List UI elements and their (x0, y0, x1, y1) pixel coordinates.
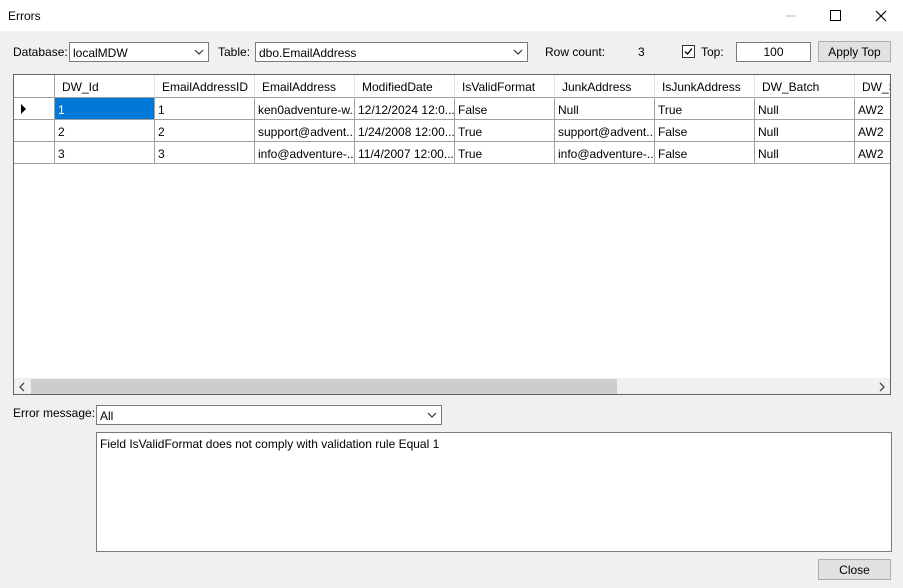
grid-cell[interactable]: False (655, 142, 755, 164)
table-row[interactable]: 3 3 info@adventure-... 11/4/2007 12:00... Tr… (14, 142, 890, 164)
column-header[interactable]: IsJunkAddress (655, 75, 755, 98)
grid-cell[interactable]: info@adventure-... (255, 142, 355, 164)
grid-cell[interactable]: Null (755, 142, 855, 164)
chevron-down-icon (194, 49, 204, 55)
error-filter-value: All (100, 409, 114, 423)
title-bar: Errors (0, 0, 903, 31)
minimize-button[interactable] (768, 0, 813, 31)
column-header[interactable]: DW_Id (55, 75, 155, 98)
grid-cell[interactable]: support@advent... (255, 120, 355, 142)
column-header[interactable]: EmailAddress (255, 75, 355, 98)
grid-cell[interactable]: True (455, 120, 555, 142)
column-header[interactable]: ModifiedDate (355, 75, 455, 98)
row-header[interactable] (14, 142, 55, 164)
column-header[interactable]: DW_Batch (755, 75, 855, 98)
grid-cell[interactable]: 12/12/2024 12:0... (355, 98, 455, 120)
grid-cell[interactable]: AW2 (855, 142, 890, 164)
data-grid[interactable]: DW_Id EmailAddressID EmailAddress ModifiedD… (13, 74, 891, 395)
database-value: localMDW (73, 46, 128, 60)
scrollbar-thumb[interactable] (31, 379, 617, 394)
row-header[interactable] (14, 120, 55, 142)
table-row[interactable]: 2 2 support@advent... 1/24/2008 12:00... Tru… (14, 120, 890, 142)
grid-cell[interactable]: 1/24/2008 12:00... (355, 120, 455, 142)
top-input[interactable] (736, 42, 811, 62)
chevron-down-icon (427, 412, 437, 418)
grid-cell[interactable]: True (455, 142, 555, 164)
close-window-button[interactable] (858, 0, 903, 31)
checkmark-icon (684, 48, 693, 55)
horizontal-scrollbar[interactable] (14, 378, 890, 394)
maximize-button[interactable] (813, 0, 858, 31)
top-label: Top: (701, 45, 724, 59)
database-select[interactable]: localMDW (69, 42, 209, 62)
error-filter-select[interactable]: All (96, 405, 442, 425)
grid-cell[interactable]: 3 (155, 142, 255, 164)
scroll-left-icon[interactable] (16, 381, 28, 393)
minimize-icon (785, 15, 796, 16)
current-row-icon (21, 104, 26, 114)
close-button[interactable]: Close (818, 559, 891, 580)
grid-cell[interactable]: 1 (55, 98, 155, 120)
error-message-label: Error message: (13, 406, 96, 420)
grid-cell[interactable]: AW2 (855, 98, 890, 120)
column-header[interactable]: EmailAddressID (155, 75, 255, 98)
grid-header: DW_Id EmailAddressID EmailAddress ModifiedD… (14, 75, 890, 98)
grid-cell[interactable]: 2 (155, 120, 255, 142)
row-count-label: Row count: (545, 45, 606, 59)
column-header[interactable]: DW_S (855, 75, 890, 98)
grid-cell[interactable]: False (655, 120, 755, 142)
column-header[interactable]: JunkAddress (555, 75, 655, 98)
chevron-down-icon (513, 49, 523, 55)
row-count-value: 3 (638, 45, 645, 59)
grid-cell[interactable]: Null (755, 98, 855, 120)
grid-cell[interactable]: Null (755, 120, 855, 142)
grid-cell[interactable]: True (655, 98, 755, 120)
window-title: Errors (8, 9, 41, 23)
table-select[interactable]: dbo.EmailAddress (255, 42, 528, 62)
table-value: dbo.EmailAddress (259, 46, 357, 60)
grid-cell[interactable]: ken0adventure-w... (255, 98, 355, 120)
corner-header (14, 75, 55, 98)
grid-cell[interactable]: info@adventure-... (555, 142, 655, 164)
error-message-text: Field IsValidFormat does not comply with… (100, 437, 440, 451)
grid-cell[interactable]: 1 (155, 98, 255, 120)
grid-cell[interactable]: support@advent... (555, 120, 655, 142)
grid-cell[interactable]: 11/4/2007 12:00... (355, 142, 455, 164)
database-label: Database: (13, 45, 68, 59)
maximize-icon (830, 10, 841, 21)
error-message-box[interactable]: Field IsValidFormat does not comply with… (96, 432, 892, 552)
grid-cell[interactable]: 3 (55, 142, 155, 164)
close-icon (875, 10, 886, 21)
grid-cell[interactable]: AW2 (855, 120, 890, 142)
scroll-right-icon[interactable] (876, 381, 888, 393)
top-checkbox[interactable] (682, 45, 695, 58)
column-header[interactable]: IsValidFormat (455, 75, 555, 98)
table-row[interactable]: 1 1 ken0adventure-w... 12/12/2024 12:0... Fa… (14, 98, 890, 120)
grid-cell[interactable]: 2 (55, 120, 155, 142)
apply-top-button[interactable]: Apply Top (818, 41, 891, 62)
table-label: Table: (218, 45, 251, 59)
grid-cell[interactable]: False (455, 98, 555, 120)
row-header[interactable] (14, 98, 55, 120)
grid-cell[interactable]: Null (555, 98, 655, 120)
